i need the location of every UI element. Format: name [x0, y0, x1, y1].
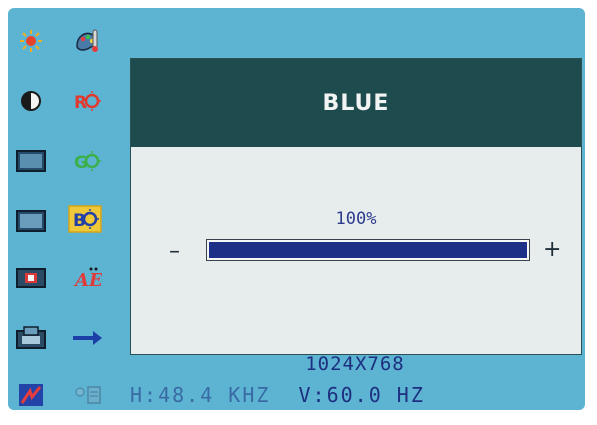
increase-button[interactable]: +: [543, 237, 561, 262]
v-frequency: V:60.0 HZ: [298, 383, 425, 407]
blue-icon[interactable]: B: [68, 204, 102, 234]
frequency-readout: H:48.4 KHZ V:60.0 HZ: [130, 383, 425, 407]
decrease-button[interactable]: –: [169, 239, 180, 264]
h-frequency: H:48.4 KHZ: [130, 383, 271, 407]
resolution-readout: 1024X768: [305, 353, 405, 375]
level-slider[interactable]: [206, 239, 530, 261]
language-icon-label: AE: [73, 270, 102, 291]
exit-arrow-icon[interactable]: [70, 323, 104, 353]
value-readout: 100%: [335, 209, 377, 229]
h-size-icon[interactable]: [14, 146, 48, 176]
color-temperature-icon[interactable]: [70, 26, 104, 56]
zoom-icon[interactable]: [14, 323, 48, 353]
osd-screen: R G B AE BLUE 100% – + 1024X768 H:48.4 K…: [8, 8, 585, 410]
position-icon[interactable]: [14, 263, 48, 293]
panel-header: BLUE: [131, 59, 581, 147]
language-icon[interactable]: AE: [70, 263, 104, 293]
page-title: BLUE: [322, 90, 390, 116]
color-icon[interactable]: [14, 380, 48, 410]
brightness-icon[interactable]: [14, 26, 48, 56]
level-slider-fill: [209, 242, 527, 258]
contrast-icon[interactable]: [14, 86, 48, 116]
red-icon[interactable]: R: [70, 86, 104, 116]
info-icon[interactable]: [70, 380, 104, 410]
green-icon[interactable]: G: [70, 146, 104, 176]
v-size-icon[interactable]: [14, 206, 48, 236]
adjust-panel: BLUE 100% – +: [130, 58, 582, 355]
